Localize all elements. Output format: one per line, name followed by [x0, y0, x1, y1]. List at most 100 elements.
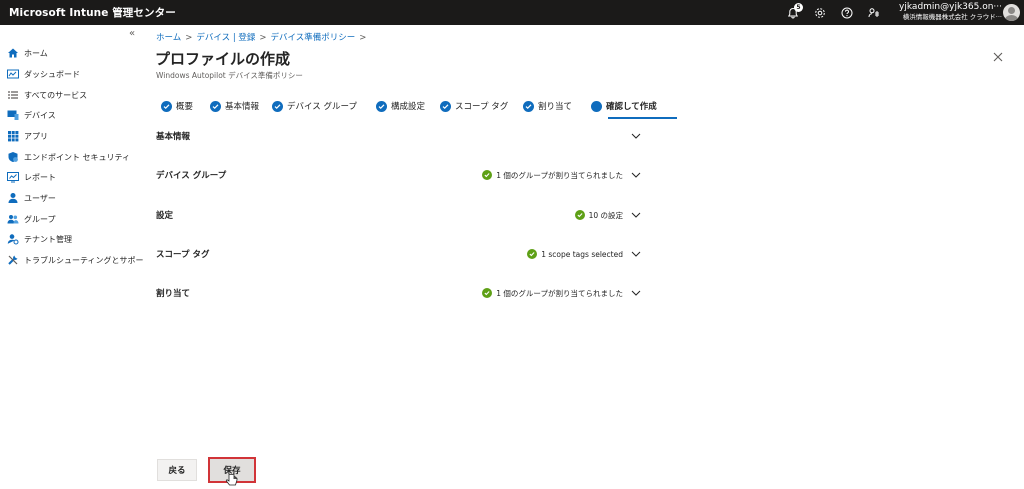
sidebar-item-label: アプリ [24, 131, 48, 141]
page-title: プロファイルの作成 [155, 50, 291, 68]
tenant-admin-icon [7, 233, 19, 245]
section-status-text: 1 scope tags selected [541, 249, 623, 259]
step-label: 確認して作成 [606, 102, 657, 112]
breadcrumb-device-prep-policy[interactable]: デバイス準備ポリシー [271, 33, 356, 43]
step-basics[interactable]: 基本情報 [210, 96, 259, 116]
section-status-text: 1 個のグループが割り当てられました [496, 170, 623, 180]
breadcrumb: ホーム > デバイス | 登録 > デバイス準備ポリシー > [156, 33, 367, 43]
sidebar-item-tenant-admin[interactable]: テナント管理 [7, 231, 72, 247]
endpoint-security-icon [7, 151, 19, 163]
dashboard-icon [7, 68, 19, 80]
collapse-sidebar-button[interactable]: « [129, 28, 135, 39]
chevron-down-icon[interactable] [631, 131, 641, 141]
section-title: 基本情報 [156, 132, 191, 142]
sidebar-item-label: ダッシュボード [24, 69, 80, 79]
back-button[interactable]: 戻る [157, 459, 197, 481]
breadcrumb-home[interactable]: ホーム [156, 33, 181, 43]
chevron-down-icon[interactable] [631, 170, 641, 180]
step-scope-tags[interactable]: スコープ タグ [440, 96, 508, 116]
chevron-down-icon[interactable] [631, 288, 641, 298]
home-icon [7, 47, 19, 59]
help-icon[interactable] [841, 7, 853, 19]
sidebar-item-groups[interactable]: グループ [7, 211, 56, 227]
breadcrumb-devices-enrollment[interactable]: デバイス | 登録 [196, 33, 255, 43]
success-check-icon [482, 288, 493, 298]
step-label: デバイス グループ [287, 102, 357, 112]
section-assignments[interactable]: 割り当て 1 個のグループが割り当てられました [156, 283, 641, 303]
section-device-group[interactable]: デバイス グループ 1 個のグループが割り当てられました [156, 165, 641, 185]
reports-icon [7, 171, 19, 183]
settings-icon[interactable] [814, 7, 826, 19]
sidebar-item-label: テナント管理 [24, 234, 72, 244]
sidebar-item-label: レポート [24, 172, 56, 182]
sidebar-item-endpoint-security[interactable]: エンドポイント セキュリティ [7, 149, 130, 165]
sidebar-item-all-services[interactable]: すべてのサービス [7, 87, 87, 103]
list-icon [7, 89, 19, 101]
account-info[interactable]: yjkadmin@yjk365.on··· 横浜情報機器株式会社 クラウド··· [870, 2, 1002, 22]
success-check-icon [574, 210, 585, 220]
devices-icon [7, 109, 19, 121]
sidebar-item-label: すべてのサービス [24, 90, 88, 100]
section-status-text: 10 の設定 [588, 210, 623, 220]
avatar[interactable] [1003, 4, 1020, 21]
success-check-icon [482, 170, 493, 180]
step-label: 割り当て [538, 102, 573, 112]
sidebar-item-devices[interactable]: デバイス [7, 107, 56, 123]
step-label: スコープ タグ [455, 102, 509, 112]
section-status: 1 個のグループが割り当てられました [482, 288, 623, 299]
section-title: デバイス グループ [156, 171, 227, 181]
sidebar-item-users[interactable]: ユーザー [7, 190, 56, 206]
account-org: 横浜情報機器株式会社 クラウド··· [902, 13, 1002, 21]
troubleshoot-icon [7, 254, 19, 266]
step-complete-icon [440, 100, 451, 112]
step-assignments[interactable]: 割り当て [523, 96, 572, 116]
step-overview[interactable]: 概要 [161, 96, 193, 116]
section-title: 割り当て [156, 289, 191, 299]
section-basics[interactable]: 基本情報 [156, 126, 641, 146]
sidebar-item-label: デバイス [24, 110, 56, 120]
sidebar: « ホーム ダッシュボード すべてのサービス デバイス アプリ エンドポイント … [0, 25, 152, 489]
sidebar-item-label: トラブルシューティングとサポート [24, 255, 152, 265]
account-email: yjkadmin@yjk365.on··· [899, 2, 1002, 12]
sidebar-item-dashboard[interactable]: ダッシュボード [7, 66, 80, 82]
sidebar-item-home[interactable]: ホーム [7, 45, 48, 61]
step-review-create[interactable]: 確認して作成 [591, 96, 657, 116]
section-status: 10 の設定 [574, 210, 623, 221]
step-current-icon [591, 100, 602, 112]
chevron-down-icon[interactable] [631, 210, 641, 220]
section-settings[interactable]: 設定 10 の設定 [156, 205, 641, 225]
section-title: スコープ タグ [156, 250, 210, 260]
app-title[interactable]: Microsoft Intune 管理センター [0, 5, 176, 20]
step-configuration-settings[interactable]: 構成設定 [376, 96, 425, 116]
hand-cursor-icon [225, 473, 238, 486]
sidebar-item-label: グループ [24, 214, 56, 224]
success-check-icon [527, 249, 538, 259]
step-device-group[interactable]: デバイス グループ [272, 96, 357, 116]
section-status-text: 1 個のグループが割り当てられました [496, 288, 623, 298]
step-complete-icon [272, 100, 283, 112]
main-content: ホーム > デバイス | 登録 > デバイス準備ポリシー > プロファイルの作成 ··· … [143, 25, 1024, 489]
active-step-underline [608, 117, 677, 119]
sidebar-item-label: エンドポイント セキュリティ [24, 152, 131, 162]
section-title: 設定 [156, 211, 174, 221]
step-complete-icon [210, 100, 221, 112]
sidebar-item-reports[interactable]: レポート [7, 169, 56, 185]
groups-icon [7, 213, 19, 225]
sidebar-item-troubleshooting[interactable]: トラブルシューティングとサポート [7, 252, 152, 268]
page-subtitle: Windows Autopilot デバイス準備ポリシー [156, 71, 303, 80]
top-bar: Microsoft Intune 管理センター 5 yjkadmin@yjk36… [0, 0, 1024, 25]
sidebar-item-apps[interactable]: アプリ [7, 128, 48, 144]
sidebar-item-label: ユーザー [24, 193, 56, 203]
more-options-button[interactable]: ··· [281, 51, 291, 62]
step-label: 概要 [176, 102, 194, 112]
sidebar-item-label: ホーム [24, 48, 48, 58]
user-icon [7, 192, 19, 204]
close-icon[interactable] [993, 51, 1003, 66]
chevron-down-icon[interactable] [631, 249, 641, 259]
step-complete-icon [376, 100, 387, 112]
notifications-icon[interactable]: 5 [787, 2, 803, 19]
step-label: 基本情報 [225, 102, 260, 112]
section-scope-tags[interactable]: スコープ タグ 1 scope tags selected [156, 244, 641, 264]
step-complete-icon [161, 100, 172, 112]
step-complete-icon [523, 100, 534, 112]
